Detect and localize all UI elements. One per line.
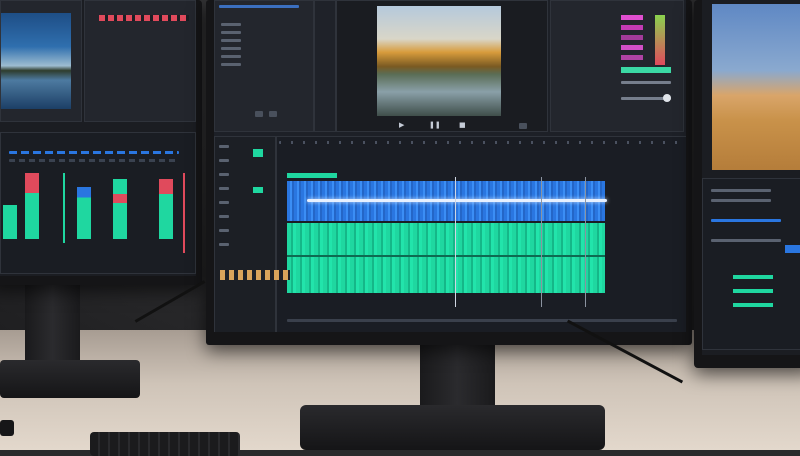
left-audio-meters-panel bbox=[0, 132, 196, 274]
program-monitor-panel: ▶ ❚❚ ■ bbox=[336, 0, 548, 132]
color-bar-3 bbox=[621, 35, 643, 40]
color-bar-5 bbox=[621, 55, 643, 60]
project-panel bbox=[214, 0, 314, 132]
color-bar-green bbox=[621, 67, 671, 73]
timeline-panel bbox=[276, 136, 686, 332]
color-bar-2 bbox=[621, 25, 643, 30]
project-item-3 bbox=[221, 39, 241, 42]
timeline-track-headers bbox=[214, 136, 276, 332]
timeline-marker-1 bbox=[541, 177, 542, 307]
right-panel-row-1 bbox=[711, 189, 771, 192]
left-meter-1 bbox=[3, 205, 17, 239]
left-meter-4 bbox=[113, 179, 127, 239]
timeline-ruler bbox=[279, 141, 679, 144]
left-effect-swatches bbox=[99, 15, 189, 21]
beach-sunset-preview-image bbox=[712, 4, 800, 170]
video-track-waveform bbox=[307, 199, 607, 202]
center-monitor-screen: ▶ ❚❚ ■ bbox=[214, 0, 686, 332]
left-effects-panel bbox=[84, 0, 196, 122]
audio-track-clip[interactable] bbox=[287, 223, 605, 293]
left-monitor-stand-base bbox=[0, 360, 140, 398]
track-header-6 bbox=[219, 215, 229, 218]
left-monitor-screen bbox=[0, 0, 196, 276]
left-preview-panel bbox=[0, 0, 82, 122]
color-bar-4 bbox=[621, 45, 643, 50]
right-monitor-screen bbox=[702, 0, 800, 355]
project-tab-bar bbox=[219, 5, 299, 8]
timeline-scrollbar[interactable] bbox=[287, 319, 677, 322]
left-divider-2 bbox=[183, 173, 185, 253]
track-header-3 bbox=[219, 173, 229, 176]
track-header-4 bbox=[219, 187, 229, 190]
color-level-meter bbox=[655, 15, 665, 65]
color-slider[interactable] bbox=[621, 81, 671, 84]
track-header-1 bbox=[219, 145, 229, 148]
timeline-marker-2 bbox=[585, 177, 586, 307]
track-header-5 bbox=[219, 201, 229, 204]
autumn-lake-preview-image bbox=[377, 6, 501, 116]
left-panel-header bbox=[9, 151, 179, 154]
right-panel-row-2 bbox=[711, 199, 771, 202]
left-divider-1 bbox=[63, 173, 65, 243]
right-panel-row-3 bbox=[711, 219, 781, 222]
right-green-bar-1 bbox=[733, 275, 773, 279]
color-bar-1 bbox=[621, 15, 643, 20]
track-toggle-1[interactable] bbox=[253, 149, 263, 157]
mouse-edge bbox=[0, 420, 14, 436]
right-monitor bbox=[694, 0, 800, 368]
stop-icon[interactable]: ■ bbox=[459, 121, 466, 129]
source-panel bbox=[314, 0, 336, 132]
project-item-6 bbox=[221, 63, 241, 66]
left-meter-3 bbox=[77, 187, 91, 239]
left-meter-2 bbox=[25, 173, 39, 239]
export-frame-icon[interactable] bbox=[519, 123, 527, 129]
project-item-4 bbox=[221, 47, 241, 50]
track-header-2 bbox=[219, 159, 229, 162]
project-item-2 bbox=[221, 31, 241, 34]
left-monitor-stand-neck bbox=[25, 285, 80, 370]
color-panel bbox=[550, 0, 684, 132]
right-blue-swatch bbox=[785, 245, 800, 253]
project-new-bin-icon[interactable] bbox=[255, 111, 263, 117]
left-panel-subheader bbox=[9, 159, 179, 162]
keyboard bbox=[90, 432, 240, 456]
track-header-8 bbox=[219, 243, 229, 246]
center-monitor: ▶ ❚❚ ■ bbox=[206, 0, 692, 345]
audio-track-divider bbox=[287, 255, 605, 257]
play-icon[interactable]: ▶ bbox=[399, 121, 404, 129]
track-header-7 bbox=[219, 229, 229, 232]
center-monitor-stand-base bbox=[300, 405, 605, 450]
right-effects-panel bbox=[702, 178, 800, 350]
track-toggle-2[interactable] bbox=[253, 187, 263, 193]
project-item-1 bbox=[221, 23, 241, 26]
left-monitor bbox=[0, 0, 202, 285]
video-clip-marker[interactable] bbox=[287, 173, 337, 178]
project-item-5 bbox=[221, 55, 241, 58]
right-green-bar-2 bbox=[733, 289, 773, 293]
left-meter-5 bbox=[159, 179, 173, 239]
tool-strip[interactable] bbox=[220, 270, 290, 280]
timeline-playhead[interactable] bbox=[455, 177, 456, 307]
lake-preview-image bbox=[1, 13, 71, 109]
right-panel-row-4 bbox=[711, 239, 781, 242]
right-green-bar-3 bbox=[733, 303, 773, 307]
color-slider-knob[interactable] bbox=[663, 94, 671, 102]
pause-icon[interactable]: ❚❚ bbox=[429, 121, 441, 129]
project-list-icon[interactable] bbox=[269, 111, 277, 117]
